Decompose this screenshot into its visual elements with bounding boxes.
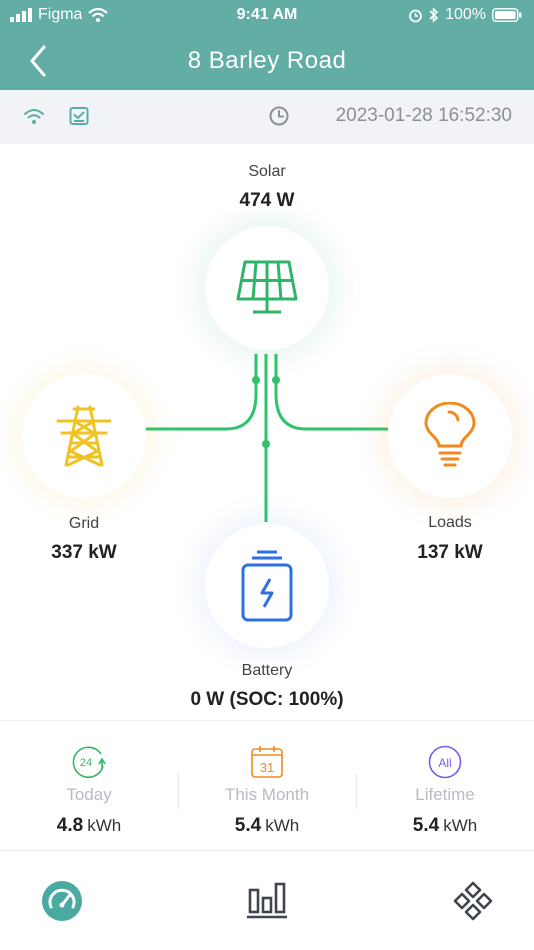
grid-node[interactable] [22,374,146,498]
loads-label: Loads [428,514,472,531]
energy-flow-diagram: Solar 474 W Grid 337 kW Loads 137 kW Bat… [0,144,534,720]
solar-panel-icon [236,260,298,314]
page-title: 8 Barley Road [187,47,347,74]
info-bar: 2023-01-28 16:52:30 [0,90,534,144]
grid-value: 337 kW [51,542,117,563]
month-icon-text: 31 [260,760,274,775]
loads-value: 137 kW [417,542,483,563]
stat-month[interactable]: 31 This Month 5.4 kWh [178,745,356,837]
battery-value: 0 W (SOC: 100%) [190,689,344,710]
alarm-icon [409,9,422,22]
today-icon: 24 [72,746,106,779]
today-icon-text: 24 [80,757,92,769]
calendar-icon: 31 [251,746,283,778]
battery-label: Battery [241,662,293,679]
solar-node[interactable] [205,226,329,350]
power-tower-icon [56,405,112,467]
wifi-status-icon [24,109,44,124]
bluetooth-icon [429,7,439,23]
solar-value: 474 W [239,190,295,211]
gauge-icon [42,881,82,921]
battery-percent: 100% [445,6,486,23]
app-header: Figma 9:41 AM 100% 8 Barley Road [0,0,534,90]
lifetime-icon: All [428,745,462,779]
stat-today-unit: kWh [87,816,122,835]
status-bar: Figma 9:41 AM 100% [0,0,534,30]
battery-charge-icon [241,550,293,622]
stat-month-unit: kWh [265,816,300,835]
battery-icon [492,8,522,22]
checklist-icon [69,107,89,125]
stat-lifetime-name: Lifetime [415,785,475,804]
grid-label: Grid [68,515,100,532]
tab-devices[interactable] [450,878,496,924]
solar-label: Solar [248,163,286,180]
lifetime-icon-text: All [438,756,451,770]
energy-stats: 24 Today 4.8 kWh 31 This Month 5.4 kWh All… [0,720,534,850]
tab-statistics[interactable] [244,878,290,924]
bar-chart-icon [247,882,287,919]
bottom-tab-bar [0,850,534,950]
stat-month-name: This Month [224,785,310,804]
loads-node[interactable] [388,374,512,498]
clock-icon [269,106,289,126]
stat-lifetime-unit: kWh [443,816,478,835]
stat-today-name: Today [66,785,112,804]
last-update-timestamp: 2023-01-28 16:52:30 [335,105,512,126]
stat-month-value: 5.4 [234,815,262,836]
battery-node[interactable] [205,524,329,648]
stat-today[interactable]: 24 Today 4.8 kWh [0,745,178,837]
tab-dashboard[interactable] [39,878,85,924]
light-bulb-icon [424,402,476,467]
stat-lifetime[interactable]: All Lifetime 5.4 kWh [356,745,534,837]
stat-today-value: 4.8 [56,815,84,836]
stat-lifetime-value: 5.4 [412,815,440,836]
devices-grid-icon [453,881,493,921]
